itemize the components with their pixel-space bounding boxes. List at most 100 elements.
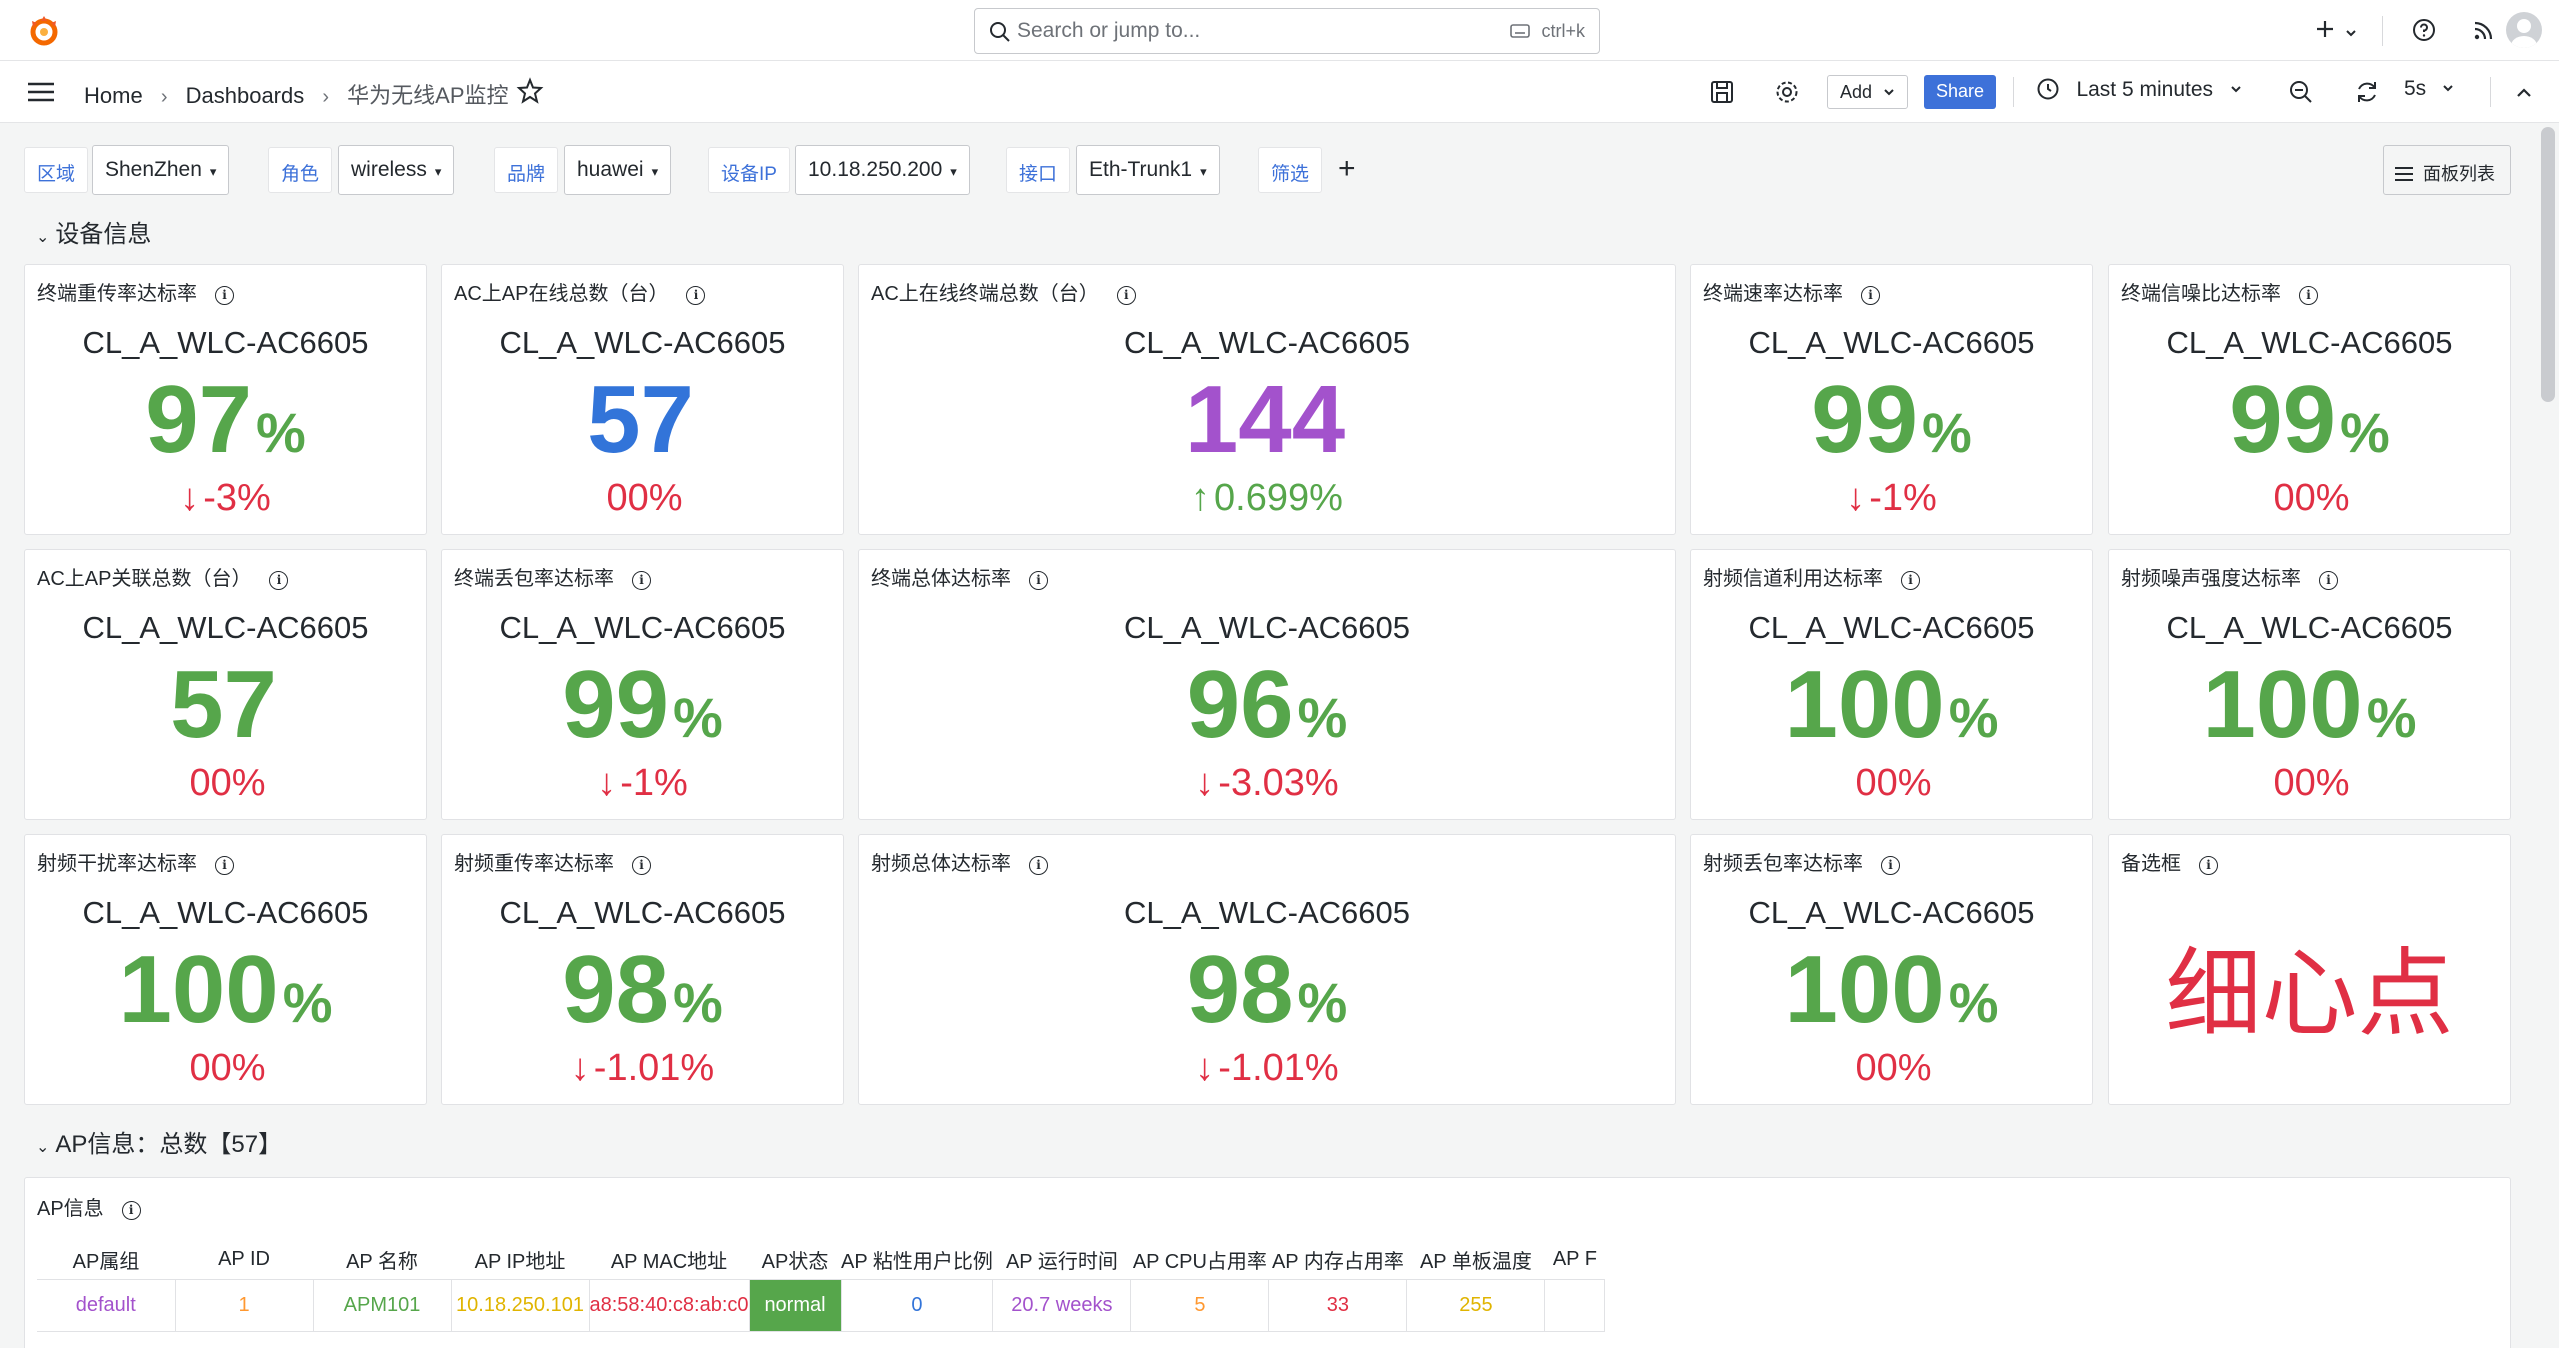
star-icon[interactable]: [516, 77, 544, 105]
list-icon: [2395, 167, 2413, 181]
help-icon[interactable]: [2412, 18, 2436, 42]
panel-title[interactable]: 终端丢包率达标率 i: [454, 562, 651, 591]
stat-value-unit: %: [255, 401, 306, 464]
row-title-device-info[interactable]: ⌄ 设备信息: [36, 214, 151, 249]
panel-title[interactable]: 射频干扰率达标率 i: [37, 847, 234, 876]
time-picker[interactable]: Last 5 minutes: [2036, 77, 2243, 107]
table-column-header[interactable]: AP 运行时间: [992, 1241, 1131, 1280]
variable-select-region[interactable]: ShenZhen ▾: [92, 145, 230, 195]
variable-label-filter[interactable]: 筛选: [1258, 147, 1323, 193]
table-column-header[interactable]: AP属组: [37, 1241, 175, 1280]
variable-select-role[interactable]: wireless ▾: [338, 145, 455, 195]
panel-title[interactable]: AC上AP关联总数（台） i: [37, 562, 289, 591]
panel-title[interactable]: 终端重传率达标率 i: [37, 277, 234, 306]
panel-title[interactable]: 射频总体达标率 i: [871, 847, 1048, 876]
add-filter-plus-icon[interactable]: +: [1338, 152, 1356, 186]
chevron-down-icon: [1884, 89, 1894, 96]
row-title-ap-info[interactable]: ⌄ AP信息：总数【57】: [36, 1124, 282, 1159]
stat-value: 97%: [25, 370, 426, 483]
stat-change-value: 0.699%: [1214, 477, 1343, 519]
breadcrumb-dashboards[interactable]: Dashboards: [186, 83, 305, 108]
breadcrumb-separator: ›: [160, 86, 168, 108]
table-column-header[interactable]: AP 名称: [313, 1241, 451, 1280]
breadcrumb-home[interactable]: Home: [84, 83, 143, 108]
panel-title[interactable]: 终端速率达标率 i: [1703, 277, 1880, 306]
stat-value-number: 100: [118, 936, 279, 1043]
info-icon[interactable]: i: [1029, 571, 1048, 590]
settings-gear-icon[interactable]: [1774, 79, 1800, 105]
table-column-header[interactable]: AP 内存占用率: [1268, 1241, 1407, 1280]
variable-value: huawei: [577, 158, 644, 181]
add-button[interactable]: Add: [1827, 75, 1909, 109]
refresh-interval-label: 5s: [2404, 77, 2427, 100]
info-icon[interactable]: i: [632, 856, 651, 875]
panel-title[interactable]: AC上在线终端总数（台） i: [871, 277, 1136, 306]
breadcrumb: Home › Dashboards › 华为无线AP监控: [84, 78, 509, 110]
variable-select-interface[interactable]: Eth-Trunk1 ▾: [1076, 145, 1220, 195]
stat-value-unit: %: [2366, 686, 2417, 749]
table-row[interactable]: default 1 APM101 10.18.250.101 a8:58:40:c8:a…: [37, 1279, 1606, 1332]
stat-change: ↓ -1.01%: [859, 1047, 1675, 1090]
info-icon[interactable]: i: [1029, 856, 1048, 875]
info-icon[interactable]: i: [121, 1201, 141, 1220]
search-bar[interactable]: ctrl+k: [974, 8, 1600, 54]
panel-title-label: 终端丢包率达标率: [454, 568, 614, 590]
variable-label-device-ip: 设备IP: [708, 147, 790, 193]
panel-title[interactable]: 射频噪声强度达标率 i: [2121, 562, 2338, 591]
panel-title-label: 射频噪声强度达标率: [2121, 568, 2301, 590]
info-icon[interactable]: i: [1116, 286, 1136, 305]
info-icon[interactable]: i: [2299, 286, 2318, 305]
save-icon[interactable]: [1709, 79, 1735, 105]
table-column-header[interactable]: AP CPU占用率: [1130, 1241, 1269, 1280]
search-input[interactable]: [1017, 17, 1457, 45]
table-column-header[interactable]: AP ID: [175, 1241, 313, 1280]
refresh-icon[interactable]: [2354, 79, 2380, 105]
stat-value: 96%: [859, 655, 1675, 768]
share-button-label: Share: [1936, 81, 1985, 101]
panel-list-button[interactable]: 面板列表: [2383, 145, 2511, 195]
new-menu-button[interactable]: [2314, 18, 2358, 45]
panel-title[interactable]: 射频丢包率达标率 i: [1703, 847, 1900, 876]
info-icon[interactable]: i: [215, 286, 234, 305]
scrollbar-thumb[interactable]: [2541, 127, 2555, 402]
table-column-header[interactable]: AP状态: [749, 1241, 842, 1280]
info-icon[interactable]: i: [215, 856, 234, 875]
time-range-label: Last 5 minutes: [2076, 78, 2214, 101]
table-column-header[interactable]: AP IP地址: [451, 1241, 589, 1280]
refresh-interval-picker[interactable]: 5s: [2404, 77, 2455, 101]
panel-title[interactable]: 射频信道利用达标率 i: [1703, 562, 1920, 591]
info-icon[interactable]: i: [1881, 856, 1900, 875]
variable-select-brand[interactable]: huawei ▾: [564, 145, 672, 195]
grafana-logo-icon[interactable]: [26, 13, 62, 49]
share-button[interactable]: Share: [1924, 75, 1997, 109]
panel-title-label: 终端总体达标率: [871, 568, 1011, 590]
news-rss-icon[interactable]: [2472, 18, 2496, 42]
chevron-up-icon[interactable]: [2514, 83, 2534, 103]
menu-icon[interactable]: [26, 81, 56, 103]
user-avatar-icon[interactable]: [2506, 12, 2542, 48]
stat-value-number: 100: [1784, 651, 1945, 758]
info-icon[interactable]: i: [1861, 286, 1880, 305]
panel-title[interactable]: 终端信噪比达标率 i: [2121, 277, 2318, 306]
info-icon[interactable]: i: [1901, 571, 1920, 590]
table-column-header[interactable]: AP F: [1544, 1241, 1605, 1280]
panel-title[interactable]: 备选框 i: [2121, 847, 2218, 876]
trend-arrow-icon: ↓: [597, 762, 617, 804]
user-silhouette-icon: [2511, 19, 2537, 48]
table-column-header[interactable]: AP 单板温度: [1406, 1241, 1545, 1280]
info-icon[interactable]: i: [686, 286, 706, 305]
info-icon[interactable]: i: [2319, 571, 2338, 590]
panel-title[interactable]: AP信息 i: [37, 1192, 141, 1221]
info-icon[interactable]: i: [2199, 856, 2218, 875]
variable-select-device-ip[interactable]: 10.18.250.200 ▾: [795, 145, 970, 195]
info-icon[interactable]: i: [632, 571, 651, 590]
panel-title[interactable]: 射频重传率达标率 i: [454, 847, 651, 876]
stat-series-name: CL_A_WLC-AC6605: [1123, 325, 1411, 360]
zoom-out-icon[interactable]: [2288, 79, 2314, 105]
info-icon[interactable]: i: [269, 571, 289, 590]
trend-arrow-icon: ↓: [1195, 762, 1215, 804]
table-column-header[interactable]: AP 粘性用户比例: [841, 1241, 993, 1280]
table-column-header[interactable]: AP MAC地址: [589, 1241, 750, 1280]
panel-title[interactable]: 终端总体达标率 i: [871, 562, 1048, 591]
panel-title[interactable]: AC上AP在线总数（台） i: [454, 277, 706, 306]
